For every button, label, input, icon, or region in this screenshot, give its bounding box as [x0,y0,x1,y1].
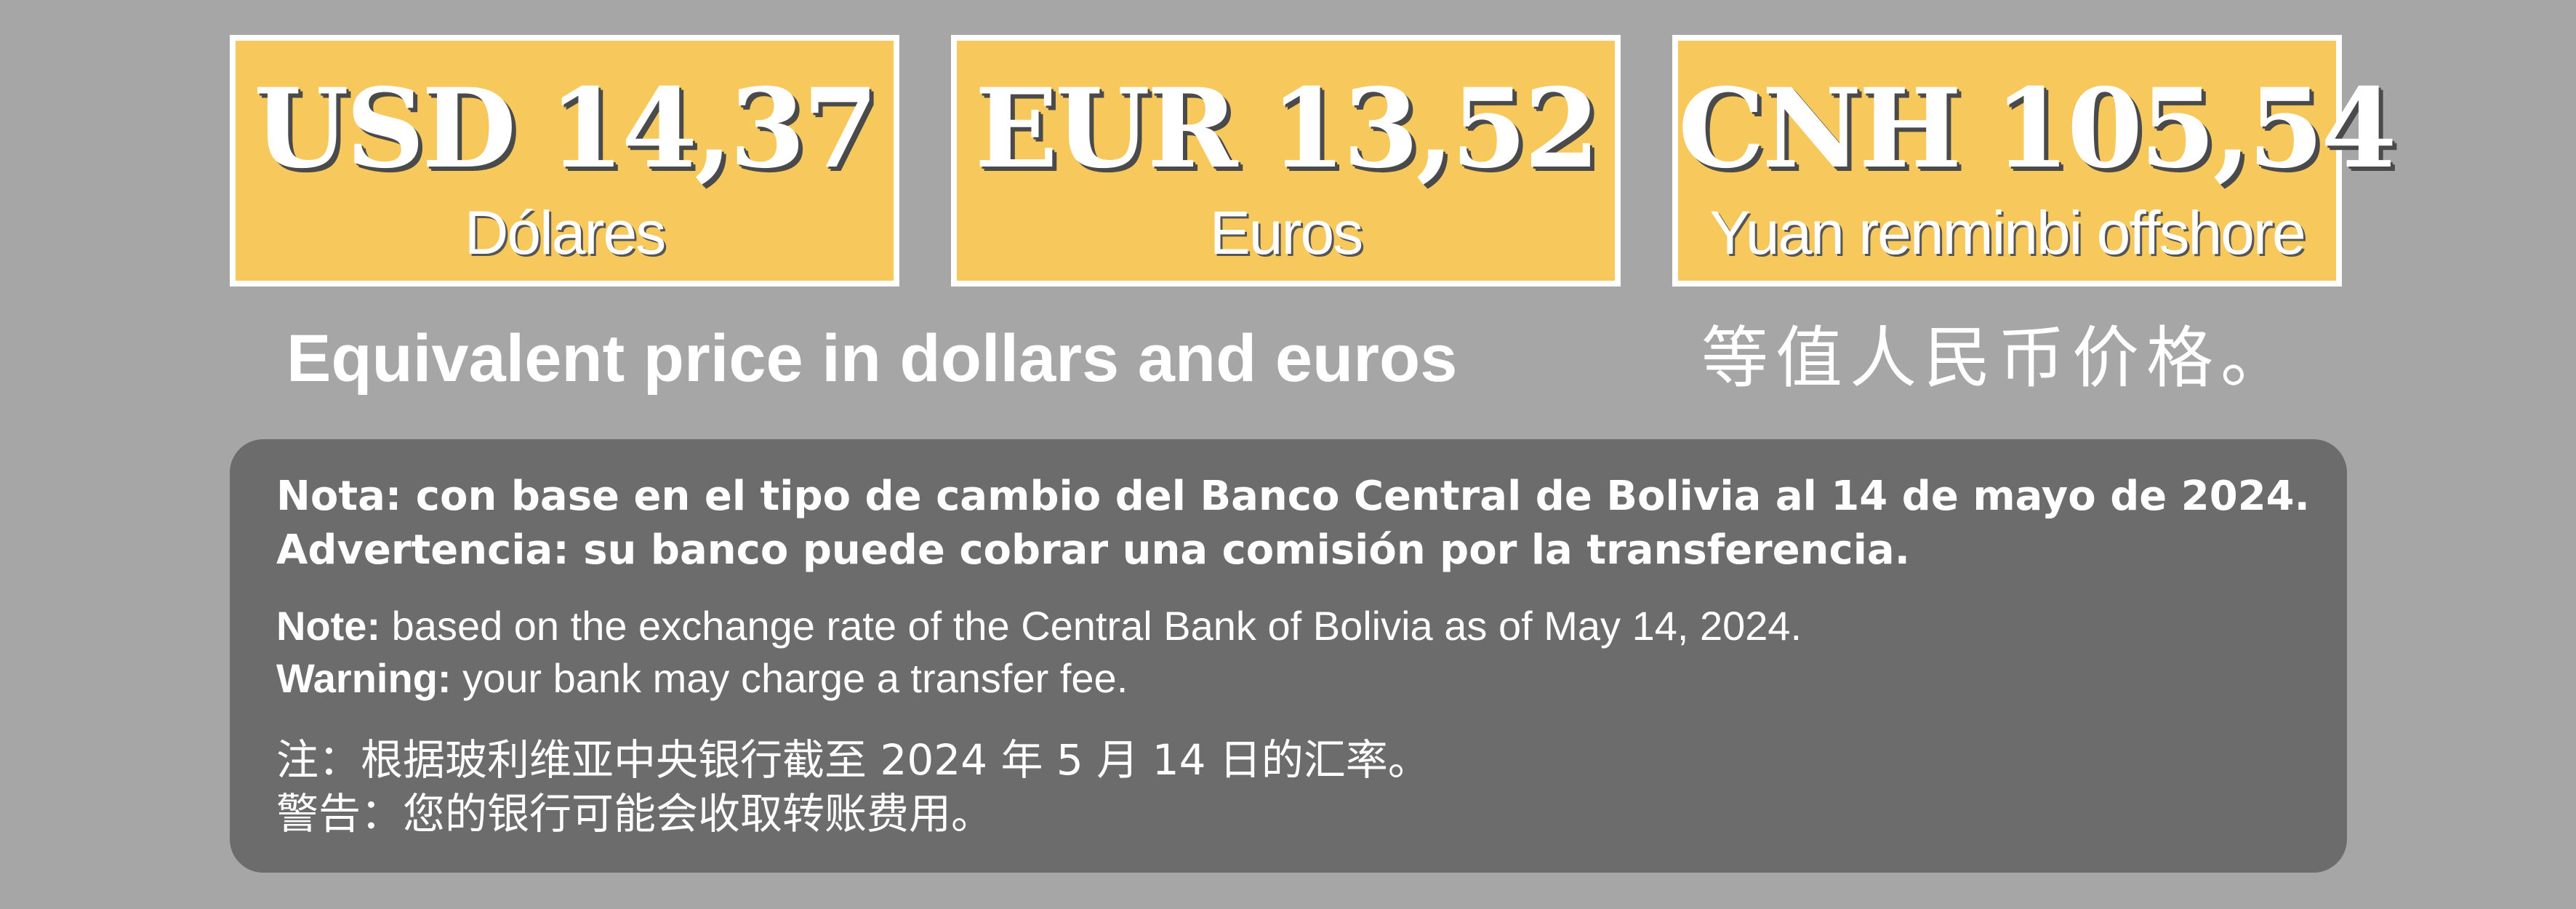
note-english: Note: based on the exchange rate of the … [276,601,1802,652]
note-english-text: based on the exchange rate of the Centra… [380,603,1802,649]
warning-spanish: Advertencia: su banco puede cobrar una c… [276,526,1910,574]
notes-panel: Nota: con base en el tipo de cambio del … [230,439,2347,873]
price-value-eur: EUR 13,52 [974,65,1600,193]
price-value-usd: USD 14,37 [253,65,878,193]
note-spanish: Nota: con base en el tipo de cambio del … [276,473,2310,520]
price-box-usd: USD 14,37 Dólares [230,35,899,287]
price-label-eur: Euros [1209,199,1363,267]
warning-chinese: 警告：您的银行可能会收取转账费用。 [276,789,994,838]
price-box-cnh: CNH 105,54 Yuan renminbi offshore [1672,35,2397,287]
subtitle-chinese: 等值人民币价格。 [1701,319,2295,397]
warning-english: Warning: your bank may charge a transfer… [276,653,1128,704]
price-box-eur: EUR 13,52 Euros [951,35,1621,287]
price-value-cnh: CNH 105,54 [1678,65,2397,193]
warning-english-label: Warning: [276,655,452,701]
subtitle-english: Equivalent price in dollars and euros [286,321,1458,396]
note-english-label: Note: [276,603,381,649]
warning-english-text: your bank may charge a transfer fee. [451,655,1128,701]
note-chinese: 注：根据玻利维亚中央银行截至 2024 年 5 月 14 日的汇率。 [276,735,1430,785]
price-label-usd: Dólares [464,199,666,267]
price-label-cnh: Yuan renminbi offshore [1709,199,2306,267]
